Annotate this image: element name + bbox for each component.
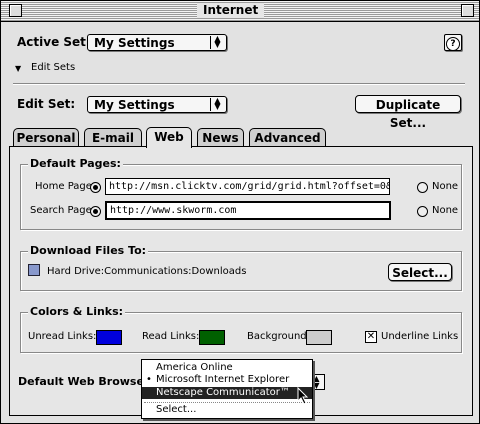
menu-separator <box>144 402 310 403</box>
active-set-popup[interactable]: My Settings ▲ ▼ <box>87 34 227 51</box>
default-browser-label: Default Web Browser: <box>18 375 154 388</box>
search-page-field[interactable]: http://www.skworm.com <box>105 201 391 220</box>
home-none-radio[interactable] <box>417 182 428 193</box>
tab-email[interactable]: E-mail <box>84 128 142 147</box>
active-set-value: My Settings <box>94 36 175 50</box>
default-pages-group <box>20 164 462 230</box>
window-title: Internet <box>197 3 265 18</box>
read-links-swatch[interactable] <box>199 330 225 345</box>
edit-set-value: My Settings <box>94 98 175 112</box>
underline-links-checkbox[interactable]: ✕ <box>365 331 377 343</box>
mouse-pointer-icon <box>297 387 309 405</box>
zoom-box-icon[interactable] <box>461 4 474 17</box>
folder-icon <box>28 264 40 276</box>
search-none-label: None <box>432 205 459 216</box>
underline-links-label: Underline Links <box>381 331 459 342</box>
home-none-label: None <box>432 181 459 192</box>
title-bar[interactable]: Internet <box>1 1 479 22</box>
menu-item-america-online[interactable]: America Online <box>142 362 312 374</box>
popup-arrows-icon: ▲ ▼ <box>210 35 224 49</box>
tab-news[interactable]: News <box>197 128 244 147</box>
tab-personal[interactable]: Personal <box>13 128 79 147</box>
colors-links-title: Colors & Links: <box>28 305 126 318</box>
background-label: Background: <box>247 331 311 342</box>
divider <box>13 83 465 85</box>
close-box-icon[interactable] <box>9 4 22 17</box>
edit-sets-label[interactable]: Edit Sets <box>31 62 75 73</box>
menu-item-internet-explorer[interactable]: • Microsoft Internet Explorer <box>142 374 312 386</box>
menu-item-select[interactable]: Select... <box>142 404 312 416</box>
internet-window: Internet Active Set: My Settings ▲ ▼ ? ▼ … <box>0 0 480 424</box>
home-page-radio[interactable] <box>90 182 101 193</box>
background-swatch[interactable] <box>306 330 332 345</box>
checkmark-bullet-icon: • <box>146 374 152 385</box>
default-browser-menu[interactable]: America Online • Microsoft Internet Expl… <box>141 359 313 419</box>
tab-advanced[interactable]: Advanced <box>249 128 326 147</box>
menu-item-label: Microsoft Internet Explorer <box>156 374 290 385</box>
unread-links-label: Unread Links: <box>28 331 97 342</box>
search-none-radio[interactable] <box>417 206 428 217</box>
menu-item-netscape[interactable]: Netscape Communicator™ <box>142 387 312 399</box>
read-links-label: Read Links: <box>142 331 200 342</box>
search-page-radio[interactable] <box>90 206 101 217</box>
search-page-label: Search Page: <box>30 205 96 216</box>
duplicate-set-button[interactable]: Duplicate Set... <box>355 95 461 130</box>
download-title: Download Files To: <box>28 244 149 257</box>
popup-arrows-icon: ▲ ▼ <box>210 97 224 111</box>
edit-set-popup[interactable]: My Settings ▲ ▼ <box>87 96 227 113</box>
help-icon: ? <box>446 37 460 51</box>
default-pages-title: Default Pages: <box>28 157 123 170</box>
home-page-field[interactable]: http://msn.clicktv.com/grid/grid.html?of… <box>105 178 390 195</box>
download-select-button[interactable]: Select... <box>388 263 452 281</box>
home-page-label: Home Page: <box>35 181 96 192</box>
active-set-label: Active Set: <box>17 35 91 49</box>
tab-web[interactable]: Web <box>146 127 192 148</box>
disclosure-triangle-icon[interactable]: ▼ <box>15 64 21 73</box>
download-path: Hard Drive:Communications:Downloads <box>47 266 247 277</box>
unread-links-swatch[interactable] <box>96 330 122 345</box>
edit-set-label: Edit Set: <box>17 97 76 111</box>
help-button[interactable]: ? <box>444 34 462 51</box>
